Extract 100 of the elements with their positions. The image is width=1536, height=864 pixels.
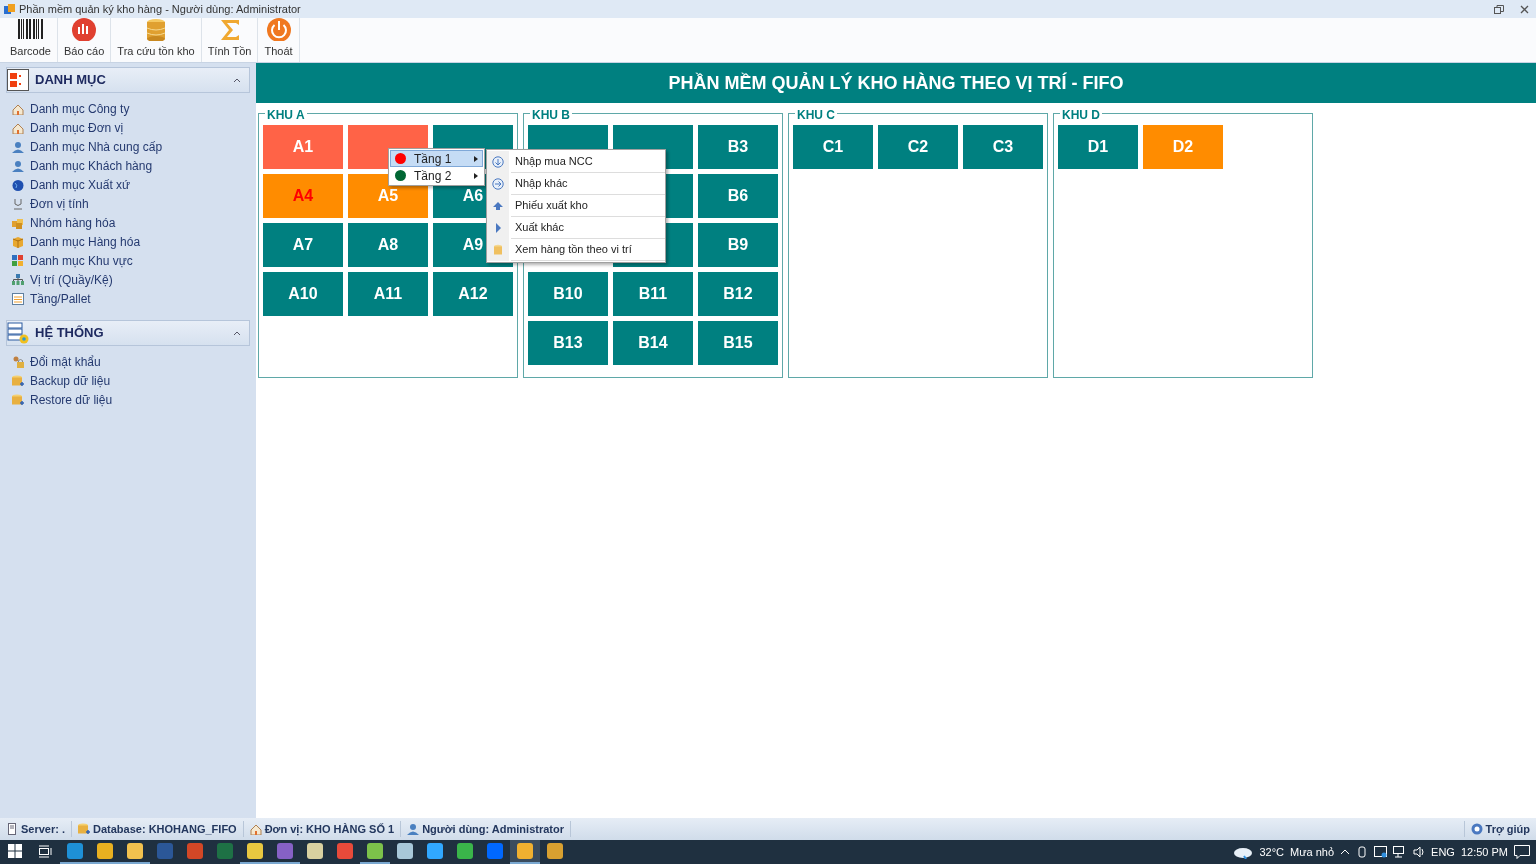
notifications-icon[interactable] [1514, 845, 1530, 859]
sidebar-item[interactable]: Tầng/Pallet [2, 289, 254, 308]
server-settings-icon [7, 322, 29, 344]
sidebar-item[interactable]: Danh mục Khu vực [2, 251, 254, 270]
download-icon [492, 156, 504, 168]
location-tile[interactable]: A10 [263, 272, 343, 316]
location-tile[interactable]: C3 [963, 125, 1043, 169]
sidebar-item[interactable]: Danh mục Đơn vị [2, 118, 254, 137]
database-icon [12, 374, 24, 387]
menu-item[interactable]: Phiếu xuất kho [487, 195, 665, 217]
app-icon[interactable] [97, 843, 113, 859]
app-icon[interactable] [127, 843, 143, 859]
app-icon[interactable] [247, 843, 263, 859]
chevron-icon[interactable] [233, 330, 241, 336]
sidebar-item[interactable]: Backup dữ liệu [2, 371, 254, 390]
app-icon[interactable] [337, 843, 353, 859]
volume-icon[interactable] [1413, 846, 1426, 858]
app-icon[interactable] [427, 843, 443, 859]
task-view-icon[interactable] [38, 844, 52, 858]
group-header[interactable]: HỆ THỐNG [6, 320, 250, 346]
location-tile[interactable]: B10 [528, 272, 608, 316]
app-icon[interactable] [367, 843, 383, 859]
sidebar-item[interactable]: Đổi mật khẩu [2, 352, 254, 371]
barcode-icon [17, 18, 44, 41]
grid-icon [12, 254, 24, 267]
chevron-icon[interactable] [233, 77, 241, 83]
arrow-right-icon [492, 178, 504, 190]
app-icon[interactable] [547, 843, 563, 859]
windows-start-icon[interactable] [8, 844, 22, 858]
screen-icon[interactable] [1374, 846, 1388, 858]
app-icon[interactable] [307, 843, 323, 859]
app-icon[interactable] [67, 843, 83, 859]
up-arrow-icon [492, 200, 504, 212]
location-tile[interactable]: B15 [698, 321, 778, 365]
sidebar-item[interactable]: Restore dữ liệu [2, 390, 254, 409]
status-text: Người dùng: Administrator [422, 821, 564, 837]
database-icon [78, 823, 91, 835]
close-icon[interactable] [1520, 4, 1529, 14]
house-icon [12, 102, 24, 115]
app-icon[interactable] [457, 843, 473, 859]
location-tile[interactable]: C1 [793, 125, 873, 169]
location-tile[interactable]: B3 [698, 125, 778, 169]
location-tile[interactable]: A11 [348, 272, 428, 316]
menu-item[interactable]: Xuất khác [487, 217, 665, 239]
app-icon[interactable] [187, 843, 203, 859]
list-icon [12, 292, 24, 305]
group-header[interactable]: DANH MỤC [6, 67, 250, 93]
sidebar-item[interactable]: Nhóm hàng hóa [2, 213, 254, 232]
location-tile[interactable]: C2 [878, 125, 958, 169]
toolbar-button[interactable]: Báo cáo [58, 18, 112, 62]
window-title: Phần mềm quản ký kho hàng - Người dùng: Administrator [19, 1, 301, 17]
app-icon[interactable] [217, 843, 233, 859]
menu-item[interactable]: Tầng 1 [390, 150, 483, 167]
boxes-icon [12, 216, 24, 229]
sidebar-item[interactable]: Vị trí (Quầy/Kệ) [2, 270, 254, 289]
database-icon [492, 244, 504, 256]
location-tile[interactable]: B9 [698, 223, 778, 267]
temperature-text[interactable]: 32°C [1259, 843, 1284, 861]
cloud-icon [1233, 845, 1254, 859]
clock-text[interactable]: 12:50 PM [1460, 843, 1508, 861]
location-tile[interactable]: B12 [698, 272, 778, 316]
location-tile[interactable]: A7 [263, 223, 343, 267]
location-tile[interactable]: B13 [528, 321, 608, 365]
toolbar-button[interactable]: Tính Tồn [201, 18, 259, 62]
app-icon[interactable] [397, 843, 413, 859]
sidebar-item[interactable]: Danh mục Nhà cung cấp [2, 137, 254, 156]
sidebar-item[interactable]: Đơn vị tính [2, 194, 254, 213]
weather-text[interactable]: Mưa nhỏ [1290, 843, 1335, 861]
person-icon [12, 159, 24, 172]
status-text: Đơn vị: KHO HÀNG SỐ 1 [264, 821, 395, 838]
help-link[interactable]: Trợ giúp [1485, 820, 1530, 838]
person-icon [407, 823, 420, 835]
app-icon[interactable] [517, 843, 533, 859]
sidebar-item[interactable]: Danh mục Hàng hóa [2, 232, 254, 251]
toolbar-button[interactable]: Barcode [4, 18, 58, 62]
sidebar-item[interactable]: Danh mục Xuất xứ [2, 175, 254, 194]
app-icon[interactable] [157, 843, 173, 859]
lock-icon [12, 355, 24, 368]
location-tile[interactable]: B6 [698, 174, 778, 218]
menu-item[interactable]: Nhập khác [487, 173, 665, 195]
restore-icon[interactable] [1494, 4, 1504, 14]
location-tile[interactable]: B14 [613, 321, 693, 365]
sidebar-item[interactable]: Danh mục Công ty [2, 99, 254, 118]
toolbar-button[interactable]: Thoát [258, 18, 300, 62]
location-tile[interactable]: A12 [433, 272, 513, 316]
language-indicator[interactable]: ENG [1431, 843, 1455, 861]
location-tile[interactable]: D1 [1058, 125, 1138, 169]
menu-item[interactable]: Xem hàng tồn theo vi trí [487, 239, 665, 261]
catalog-icon [7, 69, 29, 91]
app-icon[interactable] [487, 843, 503, 859]
toolbar-button[interactable]: Tra cứu tồn kho [111, 18, 202, 62]
sidebar-item[interactable]: Danh mục Khách hàng [2, 156, 254, 175]
house-icon [12, 121, 24, 134]
location-tile[interactable]: A8 [348, 223, 428, 267]
app-icon[interactable] [277, 843, 293, 859]
location-tile[interactable]: B11 [613, 272, 693, 316]
menu-item[interactable]: Nhập mua NCC [487, 151, 665, 173]
house-icon [249, 823, 262, 835]
person-icon [12, 140, 24, 153]
help-icon [1470, 823, 1483, 835]
